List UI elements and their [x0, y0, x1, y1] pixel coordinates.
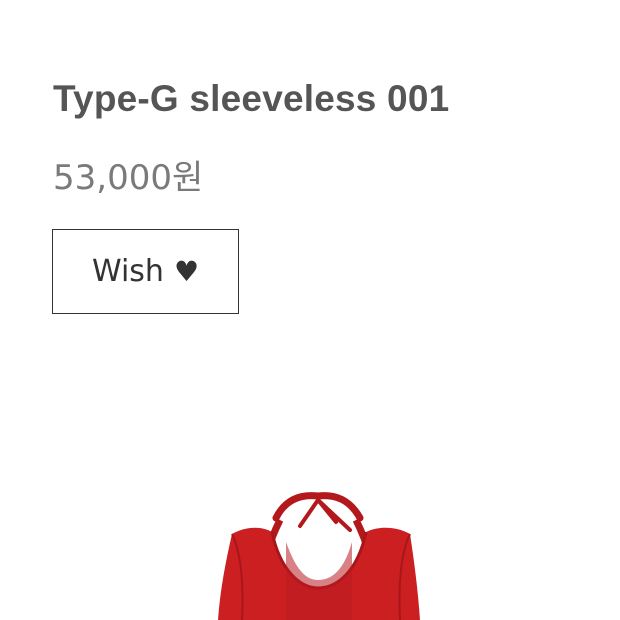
- product-price: 53,000원: [53, 158, 204, 198]
- halter-tie: [298, 498, 352, 532]
- product-title: Type-G sleeveless 001: [53, 78, 450, 119]
- wish-button[interactable]: Wish ♥: [52, 229, 239, 314]
- wish-button-label: Wish: [91, 254, 164, 289]
- garment-label-tag: [314, 549, 342, 555]
- product-image: [0, 470, 620, 620]
- sleeveless-top-illustration: [218, 492, 420, 620]
- heart-icon: ♥: [173, 254, 200, 288]
